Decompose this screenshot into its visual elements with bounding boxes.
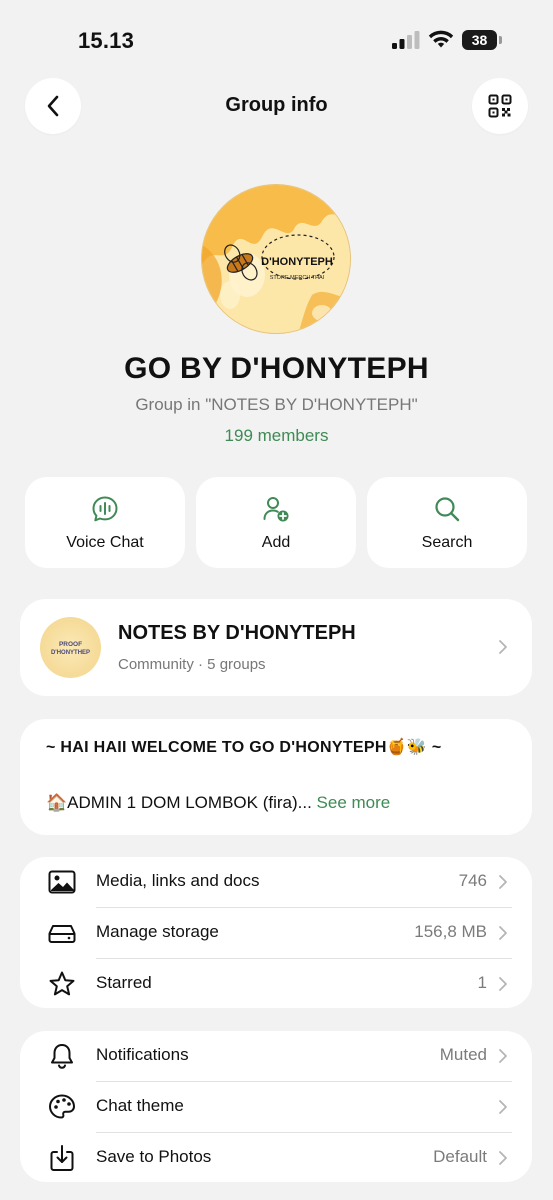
- storage-icon: [48, 925, 76, 943]
- chat-theme-row[interactable]: Chat theme: [20, 1082, 532, 1132]
- save-to-photos-row[interactable]: Save to Photos Default: [20, 1133, 532, 1183]
- qr-code-button[interactable]: [472, 78, 528, 134]
- community-avatar-text-2: D'HONYTHEP: [51, 650, 90, 656]
- group-name: GO BY D'HONYTEPH: [124, 352, 429, 385]
- notifications-row[interactable]: Notifications Muted: [20, 1031, 532, 1081]
- battery-nub: [499, 36, 502, 44]
- community-name: NOTES BY D'HONYTEPH: [118, 622, 356, 644]
- photo-icon: [48, 870, 76, 894]
- manage-storage-label: Manage storage: [96, 922, 219, 941]
- add-person-icon: [263, 497, 289, 522]
- save-download-icon: [50, 1145, 74, 1171]
- chevron-right-icon: [499, 1151, 507, 1165]
- community-avatar: PROOF D'HONYTHEP: [40, 617, 101, 678]
- status-bar: 15.13 38: [0, 0, 553, 80]
- see-more-link[interactable]: See more: [317, 793, 391, 812]
- group-avatar[interactable]: D'HONYTEPH STORE MERCH THAI: [201, 184, 351, 334]
- chevron-right-icon: [499, 1100, 507, 1114]
- save-to-photos-label: Save to Photos: [96, 1147, 212, 1166]
- battery-level: 38: [462, 30, 497, 50]
- save-to-photos-value: Default: [433, 1147, 487, 1166]
- voice-chat-button[interactable]: Voice Chat: [25, 477, 185, 568]
- group-logo: D'HONYTEPH STORE MERCH THAI: [202, 185, 350, 333]
- page-title: Group info: [225, 94, 328, 116]
- media-settings-list: Media, links and docs 746 Manage storage…: [20, 857, 532, 1008]
- chevron-right-icon: [499, 640, 507, 654]
- bell-icon: [51, 1044, 73, 1069]
- clock: 15.13: [78, 28, 135, 53]
- manage-storage-row[interactable]: Manage storage 156,8 MB: [20, 908, 532, 958]
- search-icon: [435, 497, 460, 522]
- media-count: 746: [458, 871, 487, 890]
- storage-size: 156,8 MB: [414, 922, 487, 941]
- chevron-right-icon: [499, 926, 507, 940]
- chat-theme-label: Chat theme: [96, 1096, 184, 1115]
- add-label: Add: [261, 534, 291, 551]
- group-community-subtitle: Group in "NOTES BY D'HONYTEPH": [135, 395, 418, 414]
- cellular-signal-icon: [392, 31, 420, 49]
- avatar-brand-text: D'HONYTEPH: [261, 256, 333, 268]
- battery-indicator: 38: [462, 30, 502, 50]
- notifications-status: Muted: [439, 1045, 487, 1064]
- palette-icon: [49, 1094, 75, 1119]
- community-avatar-text-1: PROOF: [59, 641, 82, 648]
- chevron-right-icon: [499, 875, 507, 889]
- starred-label: Starred: [96, 973, 152, 992]
- chevron-right-icon: [499, 977, 507, 991]
- add-member-button[interactable]: Add: [196, 477, 356, 568]
- notifications-label: Notifications: [96, 1045, 189, 1064]
- media-links-docs-label: Media, links and docs: [96, 871, 260, 890]
- search-button[interactable]: Search: [367, 477, 527, 568]
- community-card[interactable]: PROOF D'HONYTHEP NOTES BY D'HONYTEPH Com…: [20, 599, 532, 696]
- description-preview: 🏠ADMIN 1 DOM LOMBOK (fira)... See more: [46, 793, 390, 813]
- media-links-docs-row[interactable]: Media, links and docs 746: [20, 857, 532, 907]
- voice-chat-label: Voice Chat: [66, 534, 144, 551]
- avatar-brand-subtext: STORE MERCH THAI: [270, 275, 325, 281]
- group-description-card: ~ HAI HAII WELCOME TO GO D'HONYTEPH🍯🐝 ~ …: [20, 719, 532, 835]
- starred-row[interactable]: Starred 1: [20, 959, 532, 1009]
- star-icon: [49, 971, 75, 996]
- search-label: Search: [421, 534, 473, 551]
- description-headline: ~ HAI HAII WELCOME TO GO D'HONYTEPH🍯🐝 ~: [46, 739, 442, 756]
- voice-chat-icon: [92, 496, 118, 522]
- starred-count: 1: [477, 973, 487, 992]
- wifi-icon: [428, 30, 454, 48]
- qr-code-icon: [488, 94, 512, 118]
- preferences-list: Notifications Muted Chat theme Save to P…: [20, 1031, 532, 1182]
- description-text: 🏠ADMIN 1 DOM LOMBOK (fira)...: [46, 793, 312, 812]
- chevron-right-icon: [499, 1049, 507, 1063]
- community-subtitle: Community · 5 groups: [118, 656, 266, 673]
- members-count-link[interactable]: 199 members: [0, 426, 553, 446]
